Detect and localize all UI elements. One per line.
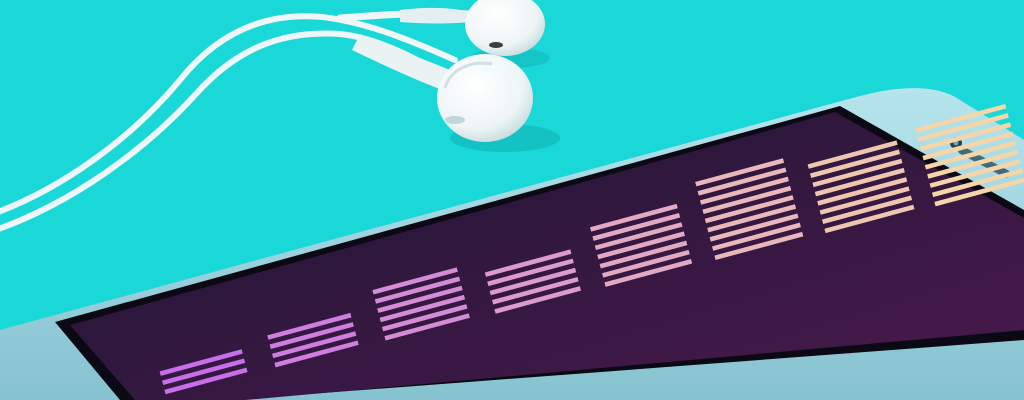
earbud-vent-icon: [489, 42, 503, 48]
scene: [0, 0, 1024, 400]
earbud-vent-icon: [445, 116, 465, 124]
